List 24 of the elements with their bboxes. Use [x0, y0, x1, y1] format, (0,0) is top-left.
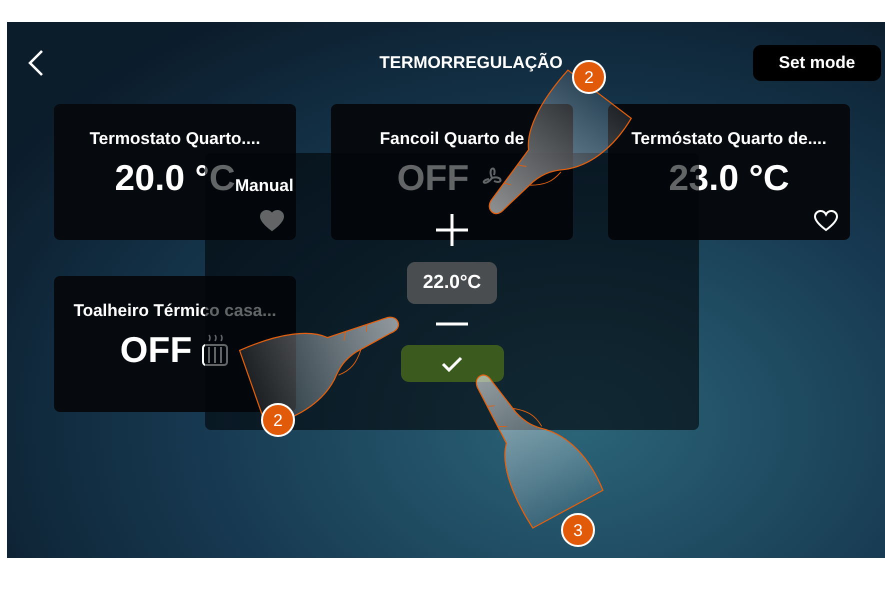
- set-mode-button[interactable]: Set mode: [753, 45, 881, 81]
- plus-icon[interactable]: [434, 212, 470, 248]
- checkmark-icon: [441, 354, 463, 372]
- device-name: Fancoil Quarto de: [380, 128, 524, 150]
- device-card[interactable]: Toalheiro Térmico casa... OFF: [54, 276, 296, 412]
- device-value: 23.0 °C: [668, 156, 790, 200]
- device-name: Termostato Quarto....: [90, 128, 260, 150]
- device-name: Toalheiro Térmico casa...: [74, 300, 276, 322]
- setpoint-value: 22.0°C: [406, 262, 498, 304]
- device-value: 20.0 °C: [114, 156, 236, 200]
- confirm-button[interactable]: [400, 345, 504, 382]
- device-value: OFF: [120, 328, 192, 372]
- step-number: 2: [584, 68, 594, 87]
- heart-icon[interactable]: [814, 210, 838, 232]
- page-title: TERMORREGULAÇÃO: [378, 52, 563, 74]
- back-icon[interactable]: [26, 49, 46, 77]
- device-value: OFF: [397, 156, 469, 200]
- step-number: 2: [273, 411, 283, 430]
- radiator-icon: [200, 332, 230, 366]
- mode-label: Manual: [235, 175, 294, 197]
- step-number: 3: [573, 521, 583, 540]
- device-card[interactable]: Termóstato Quarto de.... 23.0 °C: [608, 104, 850, 240]
- minus-icon[interactable]: [434, 320, 470, 328]
- device-name: Termóstato Quarto de....: [631, 128, 827, 150]
